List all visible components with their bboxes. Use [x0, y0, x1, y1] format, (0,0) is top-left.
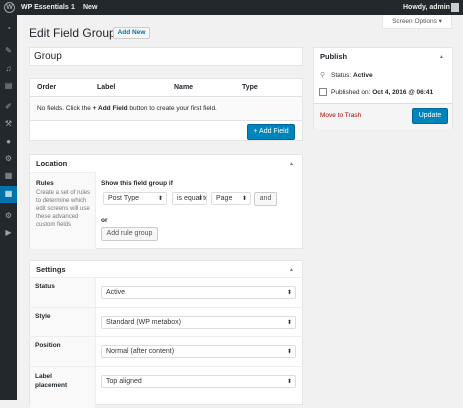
rules-label-column: Rules Create a set of rules to determine…	[30, 172, 96, 249]
rule-value-select[interactable]: Page	[211, 192, 251, 205]
custom-fields-icon: ▦	[4, 189, 13, 198]
settings-icon[interactable]: ▦	[4, 172, 13, 180]
location-box: Location ▲ Rules Create a set of rules t…	[29, 154, 303, 249]
gear-icon[interactable]: ⚙	[4, 212, 13, 220]
media-icon[interactable]: ♫	[4, 65, 13, 73]
howdy-account[interactable]: Howdy, admin	[403, 4, 450, 11]
col-order: Order	[37, 84, 57, 91]
title-input[interactable]: Group	[29, 47, 303, 66]
page-title: Edit Field Group	[29, 26, 116, 40]
pages-icon[interactable]: ▤	[4, 82, 13, 90]
rule-param-select[interactable]: Post Type	[103, 192, 167, 205]
col-name: Name	[174, 84, 194, 91]
calendar-icon	[319, 88, 327, 96]
wordpress-logo-icon[interactable]: W	[4, 2, 15, 13]
update-button[interactable]: Update	[412, 108, 448, 124]
label-placement-select[interactable]: Top aligned	[101, 375, 296, 388]
tools-icon[interactable]: ⚙	[4, 155, 13, 163]
rules-label: Rules	[36, 180, 54, 187]
setting-row-style: Style Standard (WP metabox)	[29, 307, 303, 337]
status-text: Status: Active	[331, 72, 373, 79]
setting-label: Style	[35, 313, 51, 320]
setting-row-label-placement: Label placement Top aligned	[29, 366, 303, 396]
pin-icon: ⚲	[320, 72, 326, 79]
rule-operator-select[interactable]: is equal to	[172, 192, 207, 205]
move-to-trash-link[interactable]: Move to Trash	[320, 112, 361, 119]
col-label: Label	[97, 84, 116, 91]
setting-row-position: Position Normal (after content)	[29, 336, 303, 366]
style-select[interactable]: Standard (WP metabox)	[101, 316, 296, 329]
rules-description: Create a set of rules to determine which…	[36, 190, 91, 228]
posts-pin-icon[interactable]: ✎	[4, 47, 13, 55]
setting-label: Label placement	[35, 373, 68, 389]
show-if-label: Show this field group if	[101, 180, 173, 187]
collapse-toggle-icon[interactable]: ▲	[289, 161, 294, 167]
publish-box: Publish ▲ ⚲ Status: Active Published on:…	[313, 47, 453, 129]
setting-label: Position	[35, 342, 61, 349]
admin-menu: ◔ ✎ ♫ ▤ ✐ ⚒ ● ⚙ ▦ ▦ ⚙ ▶	[0, 15, 17, 400]
position-select[interactable]: Normal (after content)	[101, 345, 296, 358]
updates-count[interactable]: 1	[71, 4, 75, 11]
collapse-menu-icon[interactable]: ▶	[4, 229, 13, 237]
collapse-toggle-icon[interactable]: ▲	[289, 267, 294, 273]
dashboard-icon[interactable]: ◔	[4, 25, 13, 33]
status-select[interactable]: Active	[101, 286, 296, 299]
users-icon[interactable]: ●	[4, 138, 13, 146]
or-label: or	[101, 217, 108, 224]
setting-label: Status	[35, 283, 55, 290]
new-link[interactable]: New	[83, 4, 97, 11]
published-on-text: Published on: Oct 4, 2016 @ 06:41	[331, 89, 434, 96]
add-rule-group-button[interactable]: Add rule group	[101, 227, 158, 241]
site-name-link[interactable]: WP Essentials	[21, 4, 69, 11]
fields-table: Order Label Name Type No fields. Click t…	[29, 78, 303, 141]
collapse-toggle-icon[interactable]: ▲	[439, 54, 444, 60]
add-new-button[interactable]: Add New	[113, 27, 150, 39]
publish-title: Publish	[320, 52, 348, 61]
location-title: Location	[36, 159, 68, 168]
and-button[interactable]: and	[254, 192, 277, 206]
admin-bar: W WP Essentials 1 New Howdy, admin	[0, 0, 463, 15]
custom-fields-menu-active[interactable]: ▦	[0, 186, 17, 203]
settings-title: Settings	[36, 265, 66, 274]
add-field-button[interactable]: + Add Field	[247, 124, 295, 140]
appearance-icon[interactable]: ✐	[4, 103, 13, 111]
col-type: Type	[242, 84, 258, 91]
plugins-icon[interactable]: ⚒	[4, 120, 13, 128]
no-fields-message: No fields. Click the + Add Field button …	[30, 96, 302, 121]
avatar[interactable]	[451, 3, 459, 12]
screen-options-button[interactable]: Screen Options ▾	[382, 15, 452, 29]
setting-row-status: Status Active	[29, 277, 303, 307]
